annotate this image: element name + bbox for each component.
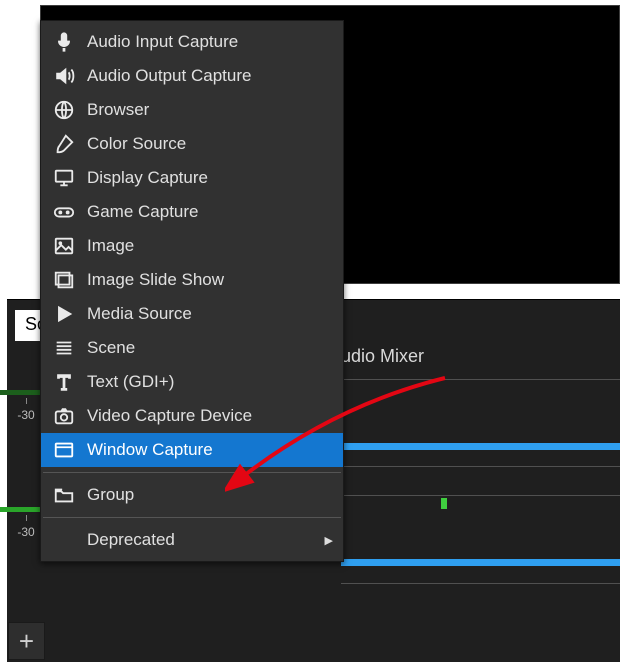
- menu-item-audio-input-capture[interactable]: Audio Input Capture: [41, 25, 343, 59]
- menu-item-text-gdi[interactable]: Text (GDI+): [41, 365, 343, 399]
- plus-icon: +: [19, 626, 34, 657]
- menu-item-label: Display Capture: [87, 168, 333, 188]
- mixer-divider: [341, 379, 620, 380]
- play-icon: [51, 301, 77, 327]
- submenu-arrow-icon: ▶: [325, 534, 333, 547]
- volume-slider-1[interactable]: [341, 443, 620, 450]
- menu-item-image[interactable]: Image: [41, 229, 343, 263]
- menu-item-browser[interactable]: Browser: [41, 93, 343, 127]
- gamepad-icon: [51, 199, 77, 225]
- menu-item-label: Game Capture: [87, 202, 333, 222]
- add-source-menu: Audio Input Capture Audio Output Capture B…: [40, 20, 344, 562]
- menu-item-deprecated[interactable]: Deprecated ▶: [41, 523, 343, 557]
- add-source-button[interactable]: +: [8, 622, 45, 660]
- scene-icon: [51, 335, 77, 361]
- app-stage: So udio Mixer -30 -25 -20 -15 -30 -25 -2…: [0, 0, 620, 662]
- meter-peak-indicator: [441, 498, 447, 509]
- volume-slider-2[interactable]: [341, 559, 620, 566]
- folder-icon: [51, 482, 77, 508]
- menu-item-image-slide-show[interactable]: Image Slide Show: [41, 263, 343, 297]
- mixer-divider: [341, 495, 620, 496]
- monitor-icon: [51, 165, 77, 191]
- menu-item-group[interactable]: Group: [41, 478, 343, 512]
- mixer-divider: [341, 466, 620, 467]
- text-icon: [51, 369, 77, 395]
- globe-icon: [51, 97, 77, 123]
- menu-item-label: Image: [87, 236, 333, 256]
- menu-item-label: Browser: [87, 100, 333, 120]
- menu-item-media-source[interactable]: Media Source: [41, 297, 343, 331]
- menu-item-label: Scene: [87, 338, 333, 358]
- blank-icon: [51, 527, 77, 553]
- menu-item-color-source[interactable]: Color Source: [41, 127, 343, 161]
- menu-item-label: Deprecated: [87, 530, 325, 550]
- menu-item-label: Text (GDI+): [87, 372, 333, 392]
- menu-item-window-capture[interactable]: Window Capture: [41, 433, 343, 467]
- image-icon: [51, 233, 77, 259]
- menu-item-label: Image Slide Show: [87, 270, 333, 290]
- menu-item-label: Audio Output Capture: [87, 66, 333, 86]
- speaker-icon: [51, 63, 77, 89]
- menu-item-label: Window Capture: [87, 440, 333, 460]
- slides-icon: [51, 267, 77, 293]
- brush-icon: [51, 131, 77, 157]
- menu-item-game-capture[interactable]: Game Capture: [41, 195, 343, 229]
- menu-item-display-capture[interactable]: Display Capture: [41, 161, 343, 195]
- audio-mixer-title: udio Mixer: [341, 346, 424, 367]
- menu-item-label: Group: [87, 485, 333, 505]
- camera-icon: [51, 403, 77, 429]
- menu-item-label: Color Source: [87, 134, 333, 154]
- menu-item-audio-output-capture[interactable]: Audio Output Capture: [41, 59, 343, 93]
- menu-item-label: Audio Input Capture: [87, 32, 333, 52]
- menu-item-label: Video Capture Device: [87, 406, 333, 426]
- mixer-divider: [341, 583, 620, 584]
- menu-item-label: Media Source: [87, 304, 333, 324]
- window-icon: [51, 437, 77, 463]
- menu-separator: [43, 472, 341, 473]
- menu-separator: [43, 517, 341, 518]
- menu-item-scene[interactable]: Scene: [41, 331, 343, 365]
- mic-icon: [51, 29, 77, 55]
- menu-item-video-capture-device[interactable]: Video Capture Device: [41, 399, 343, 433]
